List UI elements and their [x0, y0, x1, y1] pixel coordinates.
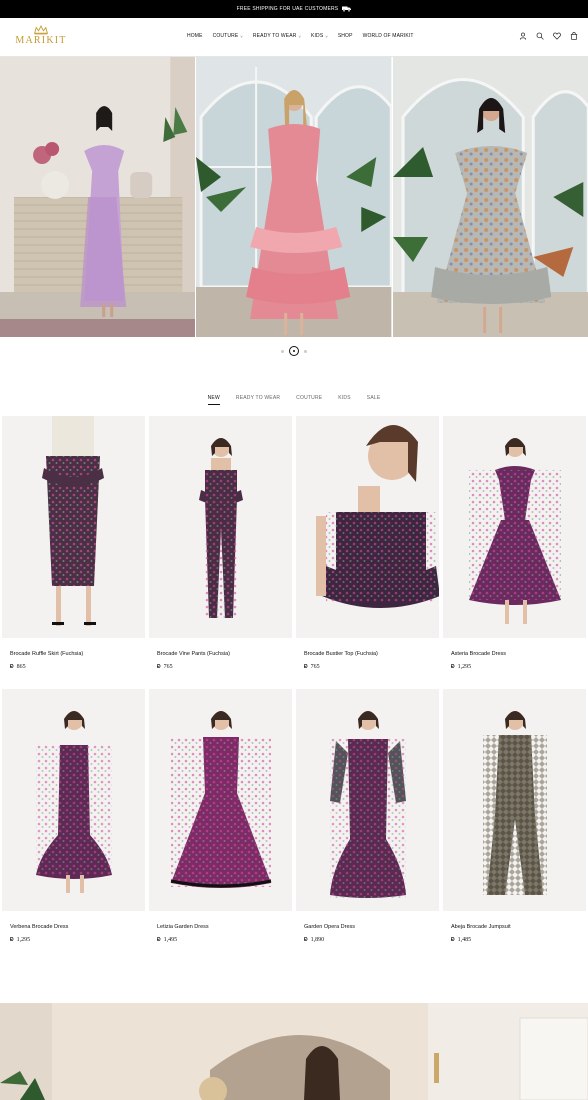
tab-sale[interactable]: SALE — [367, 395, 381, 405]
cart-icon[interactable] — [570, 32, 578, 40]
product-image[interactable] — [296, 416, 439, 638]
slide-dot[interactable] — [304, 349, 307, 353]
nav-item-home[interactable]: HOME — [187, 33, 203, 39]
tab-kids[interactable]: KIDS — [338, 395, 350, 405]
hero-image-lavender-dress — [0, 57, 196, 337]
product-image[interactable] — [443, 416, 586, 638]
main-nav: HOME COUTURE ˅ READY TO WEAR ˅ KIDS ˅ SHOP WORLD… — [187, 33, 414, 39]
truck-icon — [342, 6, 352, 12]
price-value: 1,495 — [163, 937, 178, 943]
site-header: MARIKIT HOME COUTURE ˅ READY TO WEAR ˅ KIDS ˅ S… — [0, 18, 588, 57]
announcement-text: FREE SHIPPING FOR UAE CUSTOMERS — [236, 6, 339, 12]
nav-item-kids[interactable]: KIDS ˅ — [311, 33, 328, 39]
crown-icon — [34, 25, 48, 35]
product-price: Đ 1,295 — [451, 664, 471, 670]
product-name[interactable]: Brocade Vine Pants (Fuchsia) — [157, 651, 230, 657]
product-name[interactable]: Garden Opera Dress — [304, 924, 355, 930]
product-image[interactable] — [149, 416, 292, 638]
tab-couture[interactable]: COUTURE — [296, 395, 322, 405]
chevron-down-icon: ˅ — [298, 33, 302, 39]
nav-item-label: SHOP — [337, 33, 353, 39]
product-name[interactable]: Brocade Ruffle Skirt (Fuchsia) — [10, 651, 83, 657]
nav-item-label: HOME — [187, 33, 203, 39]
chevron-down-icon: ˅ — [325, 33, 328, 39]
nav-item-label: READY TO WEAR — [252, 33, 297, 39]
product-image[interactable] — [149, 689, 292, 911]
nav-item-world-of-marikit[interactable]: WORLD OF MARIKIT — [363, 33, 414, 39]
product-price: Đ 1,485 — [451, 937, 471, 943]
slide-dot-active[interactable] — [289, 346, 299, 356]
collection-tabs: NEW READY TO WEAR COUTURE KIDS SALE — [0, 395, 588, 405]
currency-symbol: Đ — [451, 664, 455, 670]
product-price: Đ 1,495 — [157, 937, 177, 943]
price-value: 765 — [310, 664, 320, 670]
product-name[interactable]: Abeja Brocade Jumpsuit — [451, 924, 511, 930]
header-icons — [519, 32, 578, 40]
product-name[interactable]: Letizia Garden Dress — [157, 924, 209, 930]
product-card[interactable]: Brocade Bustier Top (Fuchsia) Đ 765 — [296, 416, 439, 689]
product-name[interactable]: Asteria Brocade Dress — [451, 651, 506, 657]
nav-item-ready-to-wear[interactable]: READY TO WEAR ˅ — [253, 33, 301, 39]
product-price: Đ 1,295 — [10, 937, 30, 943]
slider-pagination — [0, 346, 588, 356]
announcement-bar: FREE SHIPPING FOR UAE CUSTOMERS — [0, 0, 588, 18]
currency-symbol: Đ — [304, 664, 308, 670]
currency-symbol: Đ — [10, 937, 14, 943]
product-price: Đ 765 — [304, 664, 320, 670]
hero-slider[interactable] — [0, 57, 588, 337]
product-price: Đ 765 — [157, 664, 173, 670]
price-value: 1,890 — [310, 937, 325, 943]
product-card[interactable]: Letizia Garden Dress Đ 1,495 — [149, 689, 292, 962]
nav-item-couture[interactable]: COUTURE ˅ — [213, 33, 243, 39]
nav-item-shop[interactable]: SHOP — [338, 33, 353, 39]
product-image[interactable] — [443, 689, 586, 911]
currency-symbol: Đ — [157, 664, 161, 670]
nav-item-label: COUTURE — [212, 33, 239, 39]
hero-image-printed-ruffle-dress — [392, 57, 588, 337]
lifestyle-banner — [0, 1003, 588, 1100]
currency-symbol: Đ — [10, 664, 14, 670]
currency-symbol: Đ — [451, 937, 455, 943]
tab-ready-to-wear[interactable]: READY TO WEAR — [236, 395, 280, 405]
product-card[interactable]: Brocade Vine Pants (Fuchsia) Đ 765 — [149, 416, 292, 689]
wishlist-icon[interactable] — [553, 32, 561, 40]
slide-dot[interactable] — [281, 349, 284, 353]
price-value: 1,295 — [16, 937, 31, 943]
product-name[interactable]: Brocade Bustier Top (Fuchsia) — [304, 651, 378, 657]
price-value: 765 — [163, 664, 173, 670]
product-grid: Brocade Ruffle Skirt (Fuchsia) Đ 865 Brocad… — [2, 416, 587, 962]
product-name[interactable]: Verbena Brocade Dress — [10, 924, 68, 930]
product-image[interactable] — [2, 689, 145, 911]
chevron-down-icon: ˅ — [240, 33, 243, 39]
brand-name: MARIKIT — [15, 35, 67, 46]
brand-logo[interactable]: MARIKIT — [12, 25, 70, 51]
nav-item-label: WORLD OF MARIKIT — [362, 33, 414, 39]
product-price: Đ 865 — [10, 664, 26, 670]
product-price: Đ 1,890 — [304, 937, 324, 943]
product-image[interactable] — [296, 689, 439, 911]
price-value: 865 — [16, 664, 26, 670]
product-card[interactable]: Brocade Ruffle Skirt (Fuchsia) Đ 865 — [2, 416, 145, 689]
product-card[interactable]: Abeja Brocade Jumpsuit Đ 1,485 — [443, 689, 586, 962]
product-card[interactable]: Asteria Brocade Dress Đ 1,295 — [443, 416, 586, 689]
product-image[interactable] — [2, 416, 145, 638]
currency-symbol: Đ — [157, 937, 161, 943]
tab-new[interactable]: NEW — [207, 395, 220, 405]
account-icon[interactable] — [519, 32, 527, 40]
product-card[interactable]: Garden Opera Dress Đ 1,890 — [296, 689, 439, 962]
currency-symbol: Đ — [304, 937, 308, 943]
product-card[interactable]: Verbena Brocade Dress Đ 1,295 — [2, 689, 145, 962]
hero-image-pink-ruffle-dress — [196, 57, 392, 337]
price-value: 1,485 — [457, 937, 472, 943]
nav-item-label: KIDS — [311, 33, 324, 39]
price-value: 1,295 — [457, 664, 472, 670]
search-icon[interactable] — [536, 32, 544, 40]
